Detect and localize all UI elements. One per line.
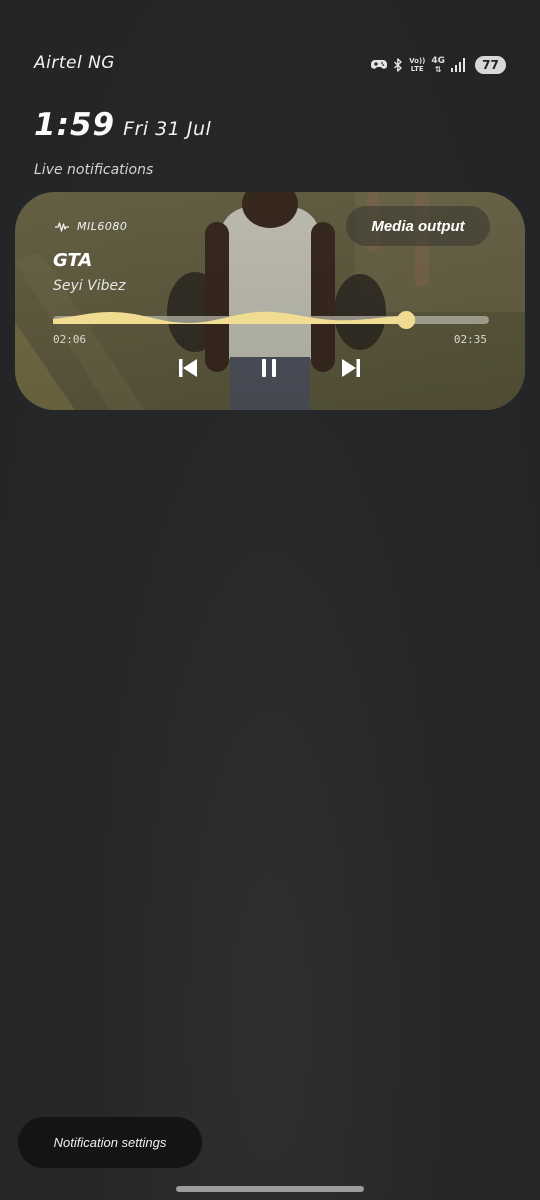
media-source-label: MIL6080 xyxy=(77,220,128,233)
battery-icon: 77 xyxy=(475,56,506,74)
gamepad-icon xyxy=(371,59,388,71)
volte-top-label: Vo)) xyxy=(409,57,426,65)
live-notifications-label: Live notifications xyxy=(34,162,154,178)
volte-icon: Vo)) LTE xyxy=(409,57,425,73)
seek-bar-thumb[interactable] xyxy=(397,311,416,329)
status-bar: Airtel NG Vo)) LTE 4G ⇅ 77 xyxy=(0,0,540,100)
media-notification-card[interactable]: MIL6080 Media output GTA Seyi Vibez 02:0… xyxy=(15,192,525,410)
status-icons: Vo)) LTE 4G ⇅ 77 xyxy=(371,54,506,76)
home-indicator[interactable] xyxy=(176,1186,364,1192)
clock-row: 1:59 Fri 31 Jul xyxy=(34,107,211,143)
track-title: GTA xyxy=(53,250,93,271)
signal-icon xyxy=(451,58,465,72)
network-4g-icon: 4G ⇅ xyxy=(431,55,445,74)
next-icon xyxy=(342,359,360,377)
media-source: MIL6080 xyxy=(55,217,127,236)
waveform-icon xyxy=(55,217,69,236)
notification-settings-button[interactable]: Notification settings xyxy=(18,1117,202,1168)
clock-date: Fri 31 Jul xyxy=(123,118,212,140)
playback-controls xyxy=(15,350,525,386)
elapsed-time: 02:06 xyxy=(53,333,87,346)
volte-bottom-label: LTE xyxy=(410,65,424,73)
previous-button[interactable] xyxy=(174,354,202,382)
next-button[interactable] xyxy=(337,354,365,382)
media-output-button[interactable]: Media output xyxy=(346,206,490,246)
clock-time: 1:59 xyxy=(34,107,116,143)
track-artist: Seyi Vibez xyxy=(53,278,126,294)
total-duration: 02:35 xyxy=(453,333,487,346)
previous-icon xyxy=(179,359,197,377)
pause-button[interactable] xyxy=(255,354,283,382)
pause-icon xyxy=(262,359,276,377)
carrier-name: Airtel NG xyxy=(34,53,115,73)
seek-bar[interactable] xyxy=(53,296,489,336)
bluetooth-icon xyxy=(393,58,403,72)
